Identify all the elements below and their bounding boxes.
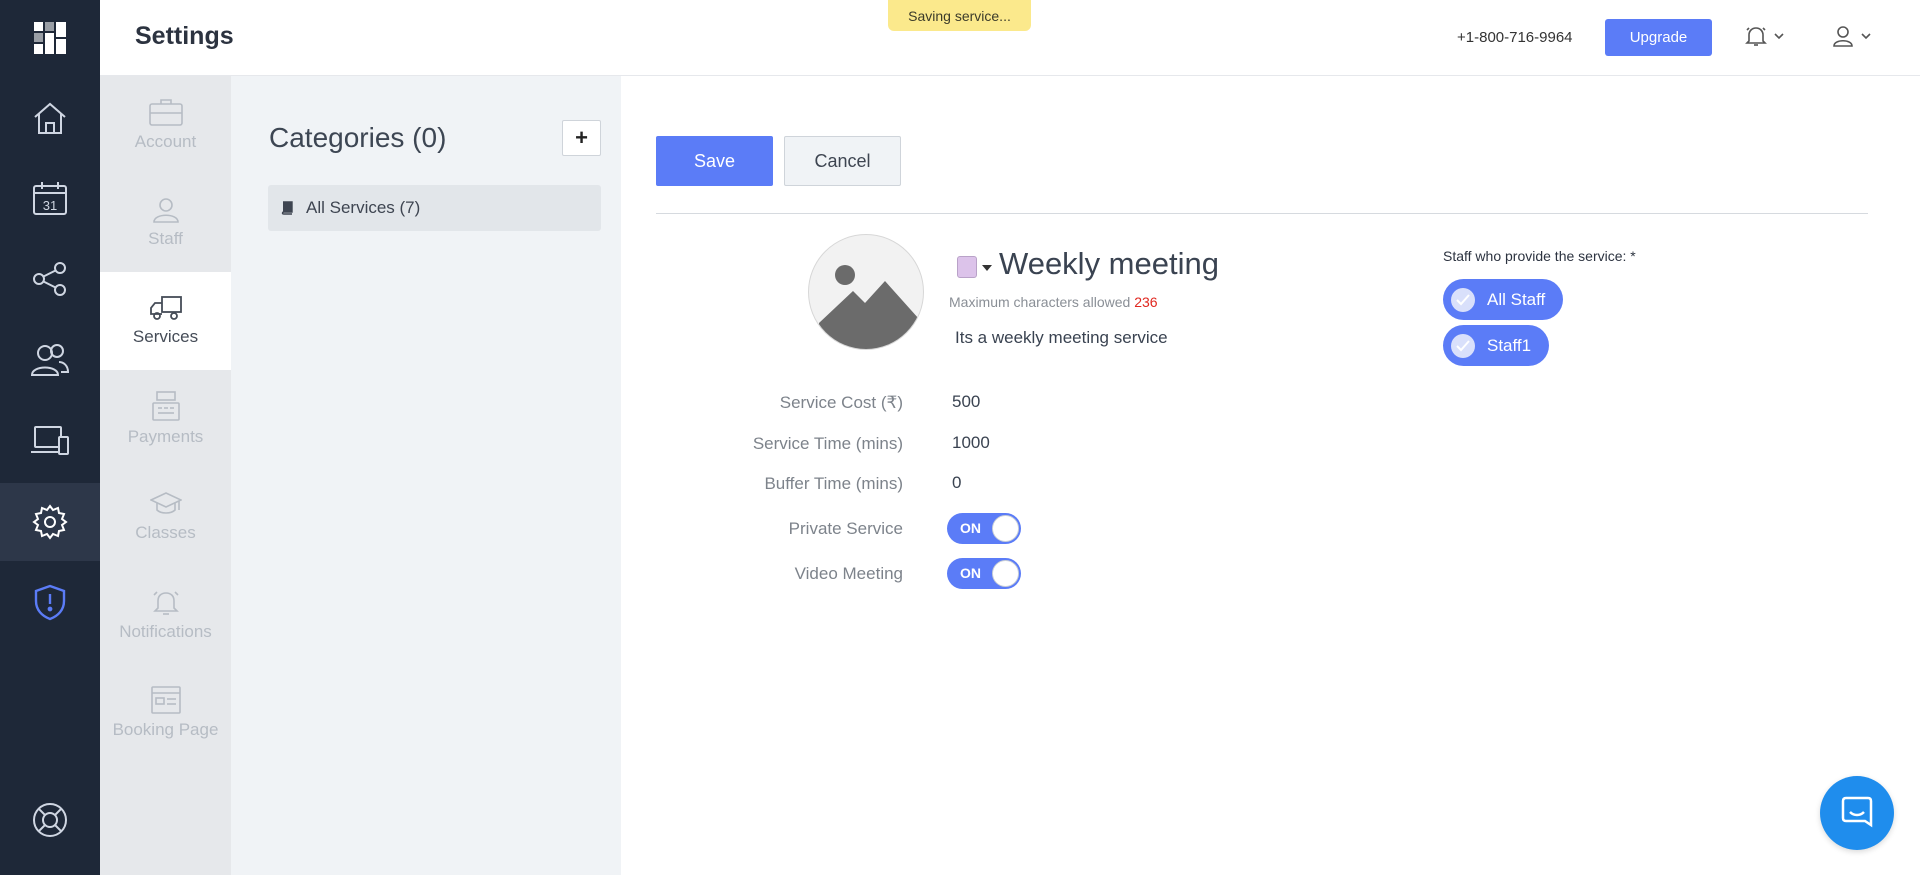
app-logo-icon[interactable]	[34, 22, 66, 54]
upgrade-button[interactable]: Upgrade	[1605, 19, 1712, 56]
save-button[interactable]: Save	[656, 136, 773, 186]
cash-register-icon	[151, 391, 180, 421]
rail-home[interactable]	[0, 79, 100, 157]
briefcase-icon	[148, 99, 183, 126]
staff-chip-all-staff[interactable]: All Staff	[1443, 279, 1564, 320]
service-image-upload[interactable]	[808, 234, 924, 350]
staff-chip-label: Staff1	[1487, 335, 1532, 355]
app-rail: 31	[0, 0, 100, 875]
chat-icon	[1841, 796, 1873, 828]
bell-icon	[1745, 27, 1767, 46]
support-phone: +1-800-716-9964	[1457, 29, 1573, 46]
chevron-down-icon	[1861, 33, 1871, 40]
rail-calendar[interactable]: 31	[0, 160, 100, 238]
home-icon	[34, 102, 66, 134]
chat-launcher-button[interactable]	[1820, 776, 1894, 850]
max-characters-hint: Maximum characters allowed 236	[949, 294, 1158, 310]
service-name-field[interactable]: Weekly meeting	[999, 246, 1219, 282]
image-placeholder-icon	[819, 265, 919, 349]
person-icon	[152, 198, 179, 223]
notifications-menu[interactable]	[1744, 24, 1784, 48]
rail-customers[interactable]	[0, 321, 100, 399]
video-meeting-toggle[interactable]: ON	[947, 558, 1021, 589]
categories-panel: Categories (0) + All Services (7)	[231, 76, 621, 875]
subnav-label: Notifications	[119, 622, 212, 641]
video-meeting-label: Video Meeting	[794, 564, 903, 583]
cancel-button[interactable]: Cancel	[784, 136, 901, 186]
booking-page-icon	[150, 686, 181, 714]
service-time-label: Service Time (mins)	[752, 434, 903, 453]
buffer-time-input[interactable]: 0	[952, 473, 961, 493]
toggle-knob	[992, 515, 1019, 542]
svg-text:31: 31	[43, 198, 57, 213]
max-characters-label: Maximum characters allowed	[949, 294, 1131, 310]
service-time-input[interactable]: 1000	[952, 433, 990, 453]
subnav-label: Payments	[127, 427, 204, 446]
subnav-label: Account	[134, 132, 197, 151]
settings-subnav: Account Staff Services Payments Classes …	[100, 76, 231, 875]
staff-chip-label: All Staff	[1487, 289, 1546, 309]
bell-icon	[152, 591, 179, 615]
saving-toast: Saving service...	[888, 0, 1031, 31]
rail-settings[interactable]	[0, 483, 100, 561]
toggle-knob	[992, 560, 1019, 587]
subnav-label: Staff	[148, 229, 183, 248]
help-lifebuoy-icon	[33, 803, 67, 837]
buffer-time-label: Buffer Time (mins)	[764, 474, 903, 493]
subnav-label: Booking Page	[112, 720, 219, 739]
max-characters-count: 236	[1134, 294, 1158, 310]
private-service-label: Private Service	[788, 519, 903, 538]
category-item-all-services[interactable]: All Services (7)	[268, 185, 601, 231]
calendar-icon: 31	[33, 182, 67, 215]
graduation-cap-icon	[149, 492, 182, 514]
subnav-payments[interactable]: Payments	[100, 370, 231, 468]
user-icon	[1833, 26, 1853, 47]
staff-chip-staff1[interactable]: Staff1	[1443, 325, 1550, 366]
subnav-label: Services	[132, 327, 199, 346]
service-editor: Save Cancel Weekly meeting Maximum chara…	[621, 76, 1920, 875]
divider	[656, 213, 1868, 214]
rail-help[interactable]	[0, 781, 100, 859]
shield-alert-icon	[34, 584, 66, 621]
rail-share[interactable]	[0, 240, 100, 318]
share-icon	[33, 262, 66, 296]
service-color-swatch[interactable]	[957, 256, 977, 278]
rail-security[interactable]	[0, 563, 100, 641]
subnav-label: Classes	[135, 523, 196, 542]
staff-section-title: Staff who provide the service: *	[1443, 248, 1636, 264]
users-icon	[30, 344, 70, 376]
book-icon	[281, 201, 293, 215]
subnav-account[interactable]: Account	[100, 76, 231, 174]
page-title: Settings	[135, 22, 234, 50]
settings-icon	[32, 504, 68, 540]
service-cost-label: Service Cost (₹)	[779, 393, 903, 412]
categories-title: Categories (0)	[269, 122, 447, 153]
check-icon	[1451, 333, 1475, 358]
toggle-state: ON	[960, 565, 981, 581]
service-description-field[interactable]: Its a weekly meeting service	[955, 328, 1168, 348]
caret-down-icon[interactable]	[982, 265, 992, 271]
subnav-classes[interactable]: Classes	[100, 468, 231, 566]
add-category-button[interactable]: +	[562, 120, 601, 156]
rail-integrations[interactable]	[0, 401, 100, 479]
toggle-state: ON	[960, 520, 981, 536]
truck-icon	[149, 296, 182, 320]
subnav-staff[interactable]: Staff	[100, 174, 231, 272]
service-cost-input[interactable]: 500	[952, 392, 980, 412]
user-menu[interactable]	[1831, 24, 1871, 48]
subnav-services[interactable]: Services	[100, 272, 231, 370]
subnav-booking-page[interactable]: Booking Page	[100, 664, 231, 762]
category-label: All Services (7)	[306, 198, 421, 217]
subnav-notifications[interactable]: Notifications	[100, 566, 231, 664]
private-service-toggle[interactable]: ON	[947, 513, 1021, 544]
devices-icon	[31, 426, 69, 455]
chevron-down-icon	[1774, 33, 1784, 40]
check-icon	[1451, 287, 1475, 312]
